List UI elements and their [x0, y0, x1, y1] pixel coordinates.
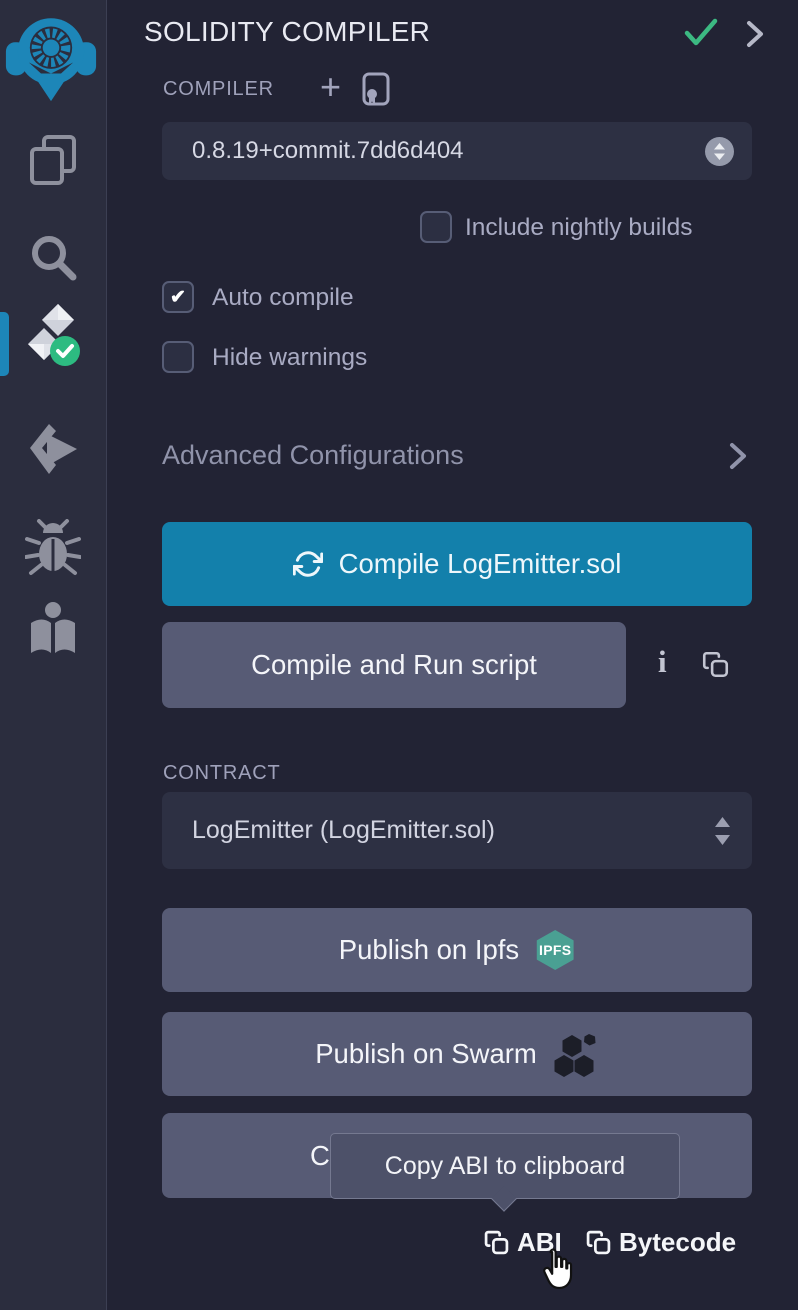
copy-icon	[586, 1229, 611, 1256]
compile-button-label: Compile LogEmitter.sol	[339, 548, 622, 580]
search-icon[interactable]	[27, 231, 79, 283]
copy-icon	[484, 1229, 509, 1256]
swarm-logo	[553, 1031, 599, 1077]
compile-success-check-icon	[684, 18, 718, 48]
advanced-configurations-toggle[interactable]: Advanced Configurations	[162, 440, 752, 471]
page-title: SOLIDITY COMPILER	[144, 16, 430, 48]
copy-abi-tooltip: Copy ABI to clipboard	[330, 1133, 680, 1199]
solidity-compiler-panel: SOLIDITY COMPILER COMPILER + 0.8.19+comm…	[108, 0, 798, 1310]
compiler-section-label: COMPILER	[163, 78, 274, 101]
contract-section-label: CONTRACT	[163, 762, 281, 785]
refresh-icon	[293, 549, 323, 579]
publish-swarm-button[interactable]: Publish on Swarm	[162, 1012, 752, 1096]
compiler-version-select[interactable]: 0.8.19+commit.7dd6d404	[162, 122, 752, 180]
publish-ipfs-label: Publish on Ipfs	[339, 934, 519, 966]
nightly-builds-checkbox[interactable]	[420, 211, 452, 243]
panel-collapse-chevron-icon[interactable]	[744, 19, 766, 49]
license-file-icon[interactable]	[362, 72, 390, 106]
copy-script-icon[interactable]	[702, 650, 729, 679]
contract-select[interactable]: LogEmitter (LogEmitter.sol)	[162, 792, 752, 869]
add-compiler-icon[interactable]: +	[320, 66, 341, 108]
remix-logo[interactable]	[5, 4, 97, 108]
advanced-chevron-icon	[728, 442, 748, 470]
icon-sidebar	[0, 0, 107, 1310]
file-explorer-icon[interactable]	[26, 132, 80, 188]
hide-warnings-label[interactable]: Hide warnings	[212, 344, 367, 372]
compile-and-run-button[interactable]: Compile and Run script	[162, 622, 626, 708]
solidity-compiler-icon[interactable]	[24, 304, 82, 368]
contract-select-value: LogEmitter (LogEmitter.sol)	[192, 816, 495, 845]
hand-pointer-cursor	[536, 1248, 574, 1292]
debugger-icon[interactable]	[25, 519, 81, 577]
select-arrows-icon	[705, 137, 734, 166]
learneth-book-icon[interactable]	[27, 601, 79, 657]
advanced-configurations-label: Advanced Configurations	[162, 440, 464, 470]
deploy-run-icon[interactable]	[25, 420, 81, 476]
active-plugin-indicator	[0, 312, 9, 376]
compilation-details-visible-text: C	[310, 1140, 330, 1172]
tooltip-text: Copy ABI to clipboard	[385, 1152, 625, 1181]
publish-ipfs-button[interactable]: Publish on Ipfs IPFS	[162, 908, 752, 992]
tooltip-arrow	[491, 1186, 516, 1211]
info-icon[interactable]: i	[658, 644, 667, 680]
ipfs-logo: IPFS	[535, 930, 575, 970]
compiler-version-value: 0.8.19+commit.7dd6d404	[192, 137, 464, 165]
compile-button[interactable]: Compile LogEmitter.sol	[162, 522, 752, 606]
compile-and-run-label: Compile and Run script	[251, 649, 537, 681]
contract-select-arrows-icon	[715, 817, 730, 845]
hide-warnings-checkbox[interactable]	[162, 341, 194, 373]
auto-compile-checkbox[interactable]	[162, 281, 194, 313]
bytecode-label: Bytecode	[619, 1227, 736, 1258]
nightly-builds-label[interactable]: Include nightly builds	[465, 214, 692, 242]
copy-bytecode-button[interactable]: Bytecode	[586, 1227, 736, 1258]
publish-swarm-label: Publish on Swarm	[315, 1038, 537, 1070]
auto-compile-label[interactable]: Auto compile	[212, 284, 354, 312]
